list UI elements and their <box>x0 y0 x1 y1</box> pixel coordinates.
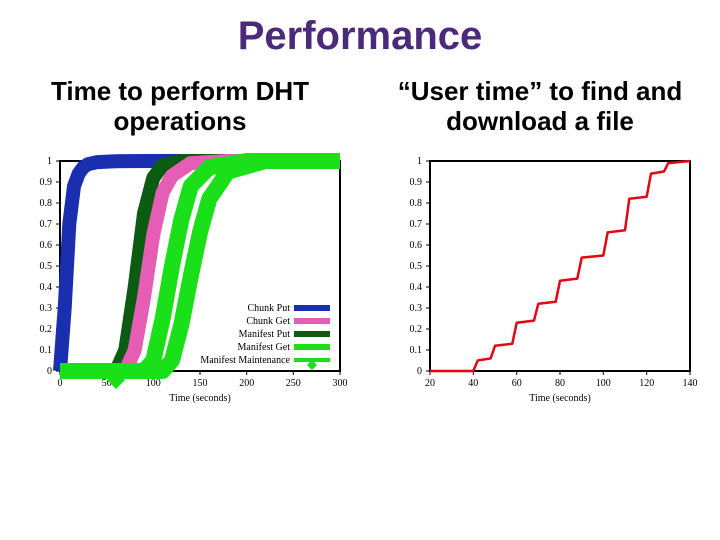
xlabel-right: Time (seconds) <box>529 393 591 404</box>
svg-text:0: 0 <box>58 378 63 389</box>
chart-dht-operations: 0 0.1 0.2 0.3 0.4 0.5 0.6 0.7 0.8 0.9 1 … <box>20 151 350 411</box>
svg-text:20: 20 <box>425 378 435 389</box>
svg-text:0.3: 0.3 <box>40 303 53 314</box>
xtick: 200 <box>239 371 254 389</box>
svg-text:60: 60 <box>512 378 522 389</box>
svg-text:0.3: 0.3 <box>410 303 423 314</box>
subtitle-row: Time to perform DHT operations “User tim… <box>0 77 720 137</box>
subtitle-left: Time to perform DHT operations <box>20 77 340 137</box>
legend-label: Chunk Get <box>246 316 290 327</box>
svg-text:1: 1 <box>417 156 422 167</box>
xlabel-left: Time (seconds) <box>169 393 231 404</box>
svg-text:0.4: 0.4 <box>410 282 423 293</box>
subtitle-right: “User time” to find and download a file <box>380 77 700 137</box>
svg-text:0.7: 0.7 <box>410 219 423 230</box>
legend-label: Manifest Put <box>239 329 291 340</box>
svg-text:300: 300 <box>333 378 348 389</box>
svg-text:0.2: 0.2 <box>410 324 423 335</box>
x-axis-right: 20 40 60 80 100 120 140 <box>425 371 698 389</box>
svg-text:0: 0 <box>47 366 52 377</box>
ytick: 0.6 <box>40 240 61 251</box>
svg-text:0.6: 0.6 <box>40 240 53 251</box>
ytick: 1 <box>47 156 60 167</box>
svg-text:120: 120 <box>639 378 654 389</box>
ytick: 0.9 <box>40 177 61 188</box>
y-axis-right: 0 0.1 0.2 0.3 0.4 0.5 0.6 0.7 0.8 0.9 1 <box>410 156 431 377</box>
series-user-time <box>430 161 690 371</box>
charts-row: 0 0.1 0.2 0.3 0.4 0.5 0.6 0.7 0.8 0.9 1 … <box>0 151 720 411</box>
legend-label: Manifest Get <box>238 342 291 353</box>
legend-swatch <box>294 360 330 370</box>
svg-text:0: 0 <box>417 366 422 377</box>
ytick: 0.7 <box>40 219 61 230</box>
svg-text:0.5: 0.5 <box>40 261 53 272</box>
svg-text:250: 250 <box>286 378 301 389</box>
svg-text:100: 100 <box>146 378 161 389</box>
chart-user-time: 0 0.1 0.2 0.3 0.4 0.5 0.6 0.7 0.8 0.9 1 … <box>390 151 700 411</box>
series-manifest-maintenance <box>60 161 340 371</box>
xtick: 250 <box>286 371 301 389</box>
legend: Chunk Put Chunk Get Manifest Put Manifes… <box>200 303 330 370</box>
ytick: 0.3 <box>40 303 61 314</box>
svg-text:150: 150 <box>193 378 208 389</box>
svg-text:0.7: 0.7 <box>40 219 53 230</box>
svg-text:0.8: 0.8 <box>410 198 423 209</box>
page-title: Performance <box>0 0 720 59</box>
ytick: 0.5 <box>40 261 61 272</box>
svg-text:1: 1 <box>47 156 52 167</box>
svg-text:200: 200 <box>239 378 254 389</box>
svg-text:0.9: 0.9 <box>410 177 423 188</box>
xtick: 150 <box>193 371 208 389</box>
svg-text:0.1: 0.1 <box>410 345 423 356</box>
plot-frame <box>430 161 690 371</box>
ytick: 0.8 <box>40 198 61 209</box>
chart-svg-left: 0 0.1 0.2 0.3 0.4 0.5 0.6 0.7 0.8 0.9 1 … <box>20 151 350 411</box>
svg-text:0.4: 0.4 <box>40 282 53 293</box>
xtick: 300 <box>333 371 348 389</box>
svg-text:80: 80 <box>555 378 565 389</box>
legend-label: Manifest Maintenance <box>200 355 290 366</box>
ytick: 0.4 <box>40 282 61 293</box>
slide: Performance Time to perform DHT operatio… <box>0 0 720 540</box>
legend-label: Chunk Put <box>247 303 290 314</box>
svg-text:0.8: 0.8 <box>40 198 53 209</box>
svg-text:100: 100 <box>596 378 611 389</box>
svg-text:140: 140 <box>683 378 698 389</box>
svg-text:0.9: 0.9 <box>40 177 53 188</box>
svg-text:0.5: 0.5 <box>410 261 423 272</box>
svg-text:0.6: 0.6 <box>410 240 423 251</box>
svg-text:0.2: 0.2 <box>40 324 53 335</box>
svg-text:40: 40 <box>468 378 478 389</box>
svg-text:0.1: 0.1 <box>40 345 53 356</box>
chart-svg-right: 0 0.1 0.2 0.3 0.4 0.5 0.6 0.7 0.8 0.9 1 … <box>390 151 700 411</box>
